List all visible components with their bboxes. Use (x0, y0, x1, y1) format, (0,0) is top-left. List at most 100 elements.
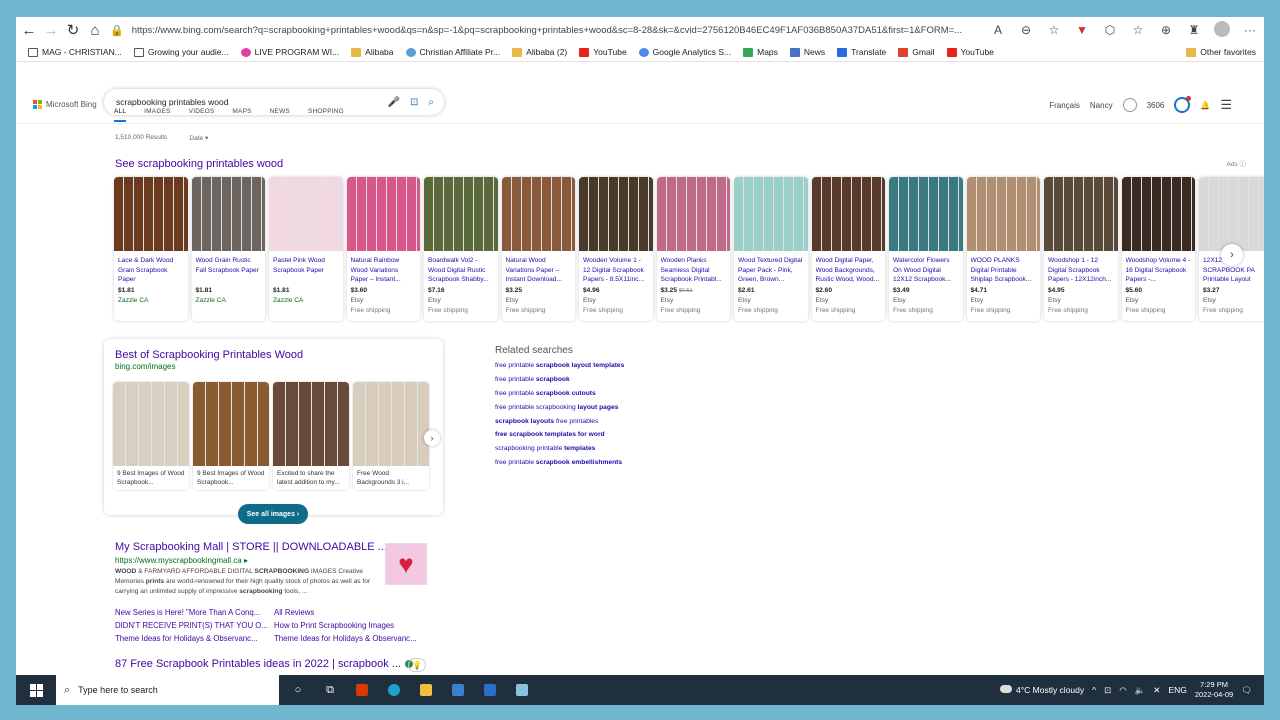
store-icon[interactable] (445, 677, 471, 703)
task-view-icon[interactable]: ⧉ (317, 677, 343, 703)
clock[interactable]: 7:29 PM 2022-04-09 (1195, 680, 1233, 700)
product-card[interactable]: WOOD PLANKS Digital Printable Shiplap Sc… (966, 177, 1040, 321)
shield-icon[interactable]: ♜ (1180, 23, 1208, 37)
favorite-add-icon[interactable]: ☆ (1040, 23, 1068, 37)
bookmark-item[interactable]: Alibaba (2) (512, 47, 567, 57)
bookmark-item[interactable]: Google Analytics S... (638, 47, 731, 57)
images-panel-title[interactable]: Best of Scrapbooking Printables Wood (115, 349, 303, 361)
bookmark-item[interactable]: Growing your audie... (133, 47, 229, 57)
more-icon[interactable]: ··· (1236, 23, 1264, 37)
home-icon[interactable]: ⌂ (86, 17, 104, 43)
office-icon[interactable] (349, 677, 375, 703)
tray-chevron-icon[interactable]: ^ (1092, 685, 1096, 695)
favorites-icon[interactable]: ☆ (1124, 23, 1152, 37)
user-icon[interactable] (1122, 98, 1137, 112)
tab-maps[interactable]: MAPS (232, 108, 251, 122)
related-search-link[interactable]: scrapbooking printable templates (495, 445, 624, 459)
tab-images[interactable]: IMAGES (144, 108, 170, 122)
cortana-icon[interactable]: ○ (285, 677, 311, 703)
bookmark-item[interactable]: YouTube (946, 47, 994, 57)
product-card[interactable]: Wooden Volume 1 - 12 Digital Scrapbook P… (579, 177, 653, 321)
bookmark-item[interactable]: Alibaba (351, 47, 394, 57)
notifications-center-icon[interactable]: 🗨 (1241, 685, 1252, 696)
search-icon[interactable]: ⌕ (428, 97, 434, 108)
volume-icon[interactable]: 🔈 (1135, 685, 1146, 696)
rewards-icon[interactable] (1174, 96, 1192, 113)
bookmark-item[interactable]: Christian Affiliate Pr... (405, 47, 500, 57)
tab-videos[interactable]: VIDEOS (189, 108, 215, 122)
zoom-icon[interactable]: ⊖ (1012, 23, 1040, 37)
bookmark-item[interactable]: Maps (743, 47, 778, 57)
product-card[interactable]: Woodshop 1 - 12 Digital Scrapbook Papers… (1044, 177, 1118, 321)
tab-news[interactable]: NEWS (270, 108, 290, 122)
related-search-link[interactable]: free printable scrapbook (495, 376, 624, 390)
back-icon[interactable]: ← (20, 17, 38, 43)
bookmark-item[interactable]: Translate (837, 47, 886, 57)
images-next-icon[interactable]: › (424, 430, 440, 446)
related-search-link[interactable]: free printable scrapbooking layout pages (495, 404, 624, 418)
sublink[interactable]: DIDN'T RECEIVE PRINT(S) THAT YOU O... (115, 621, 274, 630)
bookmark-item[interactable]: News (789, 47, 825, 57)
result-thumbnail[interactable]: ♥ (385, 543, 427, 585)
related-search-link[interactable]: free printable scrapbook layout template… (495, 362, 624, 376)
collections-icon[interactable]: ⊕ (1152, 23, 1180, 37)
sublink[interactable]: New Series is Here! "More Than A Conq... (115, 608, 274, 617)
image-thumbnail[interactable]: 9 Best Images of Wood Scrapbook... (113, 382, 189, 490)
start-button[interactable] (16, 675, 56, 705)
product-card[interactable]: Boardwalk Vol2 - Wood Digital Rustic Scr… (424, 177, 498, 321)
refresh-icon[interactable]: ↻ (64, 17, 82, 43)
product-card[interactable]: Wooden Planks Seamless Digital Scrapbook… (656, 177, 730, 321)
product-card[interactable]: Wood Digital Paper, Wood Backgrounds, Ru… (811, 177, 885, 321)
bookmark-item[interactable]: LIVE PROGRAM WI... (240, 47, 339, 57)
network-icon[interactable]: ⊡ (1104, 685, 1111, 696)
product-card[interactable]: Wood Textured Digital Paper Pack - Pink,… (734, 177, 808, 321)
sublink[interactable]: Theme Ideas for Holidays & Observanc... (115, 634, 274, 643)
product-card[interactable]: Natural Rainbow Wood Variations Paper – … (346, 177, 420, 321)
language-indicator[interactable]: ENG (1168, 685, 1186, 695)
extension-icon[interactable]: ⬡ (1096, 23, 1124, 37)
image-thumbnail[interactable]: Free Wood Backgrounds 3 i... (353, 382, 429, 490)
bing-logo[interactable]: Microsoft Bing (33, 100, 97, 109)
ads-label[interactable]: Ads ⓘ (1226, 158, 1246, 168)
tab-all[interactable]: ALL (114, 108, 127, 122)
shopping-title[interactable]: See scrapbooking printables wood (115, 158, 283, 170)
url-field[interactable]: 🔒 https://www.bing.com/search?q=scrapboo… (110, 18, 980, 42)
related-search-link[interactable]: scrapbook layouts free printables (495, 418, 624, 432)
menu-icon[interactable]: ☰ (1220, 97, 1232, 113)
file-explorer-icon[interactable] (413, 677, 439, 703)
bookmark-item[interactable]: YouTube (579, 47, 627, 57)
lightbulb-icon[interactable]: 💡 (408, 658, 426, 672)
sublink[interactable]: All Reviews (274, 608, 434, 617)
app-icon[interactable] (509, 677, 535, 703)
product-card[interactable]: Pastel Pink Wood Scrapbook Paper $1.81 Za… (269, 177, 343, 321)
weather-widget[interactable]: 4°C Mostly cloudy (1000, 685, 1084, 695)
product-card[interactable]: Natural Wood Variations Paper – Instant … (501, 177, 575, 321)
product-card[interactable]: Wood Grain Rustic Fall Scrapbook Paper $1… (191, 177, 265, 321)
language-link[interactable]: Français (1049, 101, 1080, 110)
bookmark-item[interactable]: MAG - CHRISTIAN... (28, 47, 122, 57)
carousel-next-icon[interactable]: › (1221, 244, 1243, 266)
image-thumbnail[interactable]: Excited to share the latest addition to … (273, 382, 349, 490)
other-favorites[interactable]: Other favorites (1186, 47, 1256, 57)
microphone-icon[interactable]: 🎤 (388, 97, 400, 108)
date-filter[interactable]: Date ▾ (189, 134, 208, 142)
image-thumbnail[interactable]: 9 Best Images of Wood Scrapbook... (193, 382, 269, 490)
pocket-icon[interactable]: ▼ (1068, 23, 1096, 37)
tab-shopping[interactable]: SHOPPING (308, 108, 344, 122)
edge-icon[interactable] (381, 677, 407, 703)
related-search-link[interactable]: free scrapbook templates for word (495, 431, 624, 445)
mail-icon[interactable] (477, 677, 503, 703)
product-card[interactable]: Watercolor Flowers On Wood Digital 12X12… (889, 177, 963, 321)
sublink[interactable]: How to Print Scrapbooking Images (274, 621, 434, 630)
see-all-images-button[interactable]: See all images › (238, 504, 308, 524)
related-search-link[interactable]: free printable scrapbook cutouts (495, 390, 624, 404)
notifications-icon[interactable]: 🔔 (1200, 101, 1210, 110)
profile-avatar[interactable] (1208, 20, 1236, 40)
wifi-icon[interactable]: ◠ (1119, 685, 1126, 696)
taskbar-search-input[interactable]: ⌕ Type here to search (56, 675, 279, 705)
product-card[interactable]: Lace & Dark Wood Grain Scrapbook Paper $1… (114, 177, 188, 321)
images-panel-source[interactable]: bing.com/images (115, 362, 175, 371)
product-card[interactable]: Woodshop Volume 4 - 16 Digital Scrapbook… (1121, 177, 1195, 321)
bookmark-item[interactable]: Gmail (898, 47, 935, 57)
read-aloud-icon[interactable]: A (984, 23, 1012, 37)
